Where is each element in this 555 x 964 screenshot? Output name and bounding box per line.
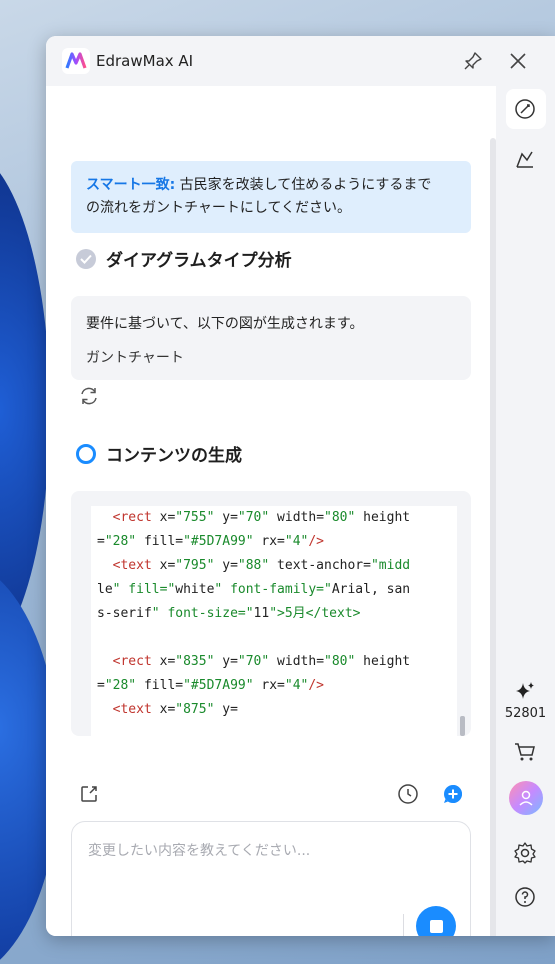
close-icon[interactable] xyxy=(506,49,530,73)
code-line: ="28" fill="#5D7A99" rx="4"/> xyxy=(97,678,325,693)
cart-icon[interactable] xyxy=(511,738,539,766)
code-line: s-serif" font-size="11">5月</text> xyxy=(97,606,361,621)
stop-generation-button[interactable] xyxy=(416,906,456,936)
edrawmax-ai-panel: EdrawMax AI スマート一致: 古民家を改装して住めるようにするまで の… xyxy=(46,36,555,936)
user-message: スマート一致: 古民家を改装して住めるようにするまで の流れをガントチャートにし… xyxy=(71,161,471,233)
refresh-icon[interactable] xyxy=(77,384,101,408)
code-line: le" fill="white" font-family="Arial, san xyxy=(97,582,411,597)
stop-icon xyxy=(429,919,443,933)
loading-ring-icon xyxy=(76,443,96,464)
sparkle-credits-icon xyxy=(511,678,539,706)
right-toolbar: 52801 xyxy=(496,86,555,936)
smart-match-tag: スマート一致: xyxy=(86,177,176,193)
check-icon xyxy=(76,248,96,269)
code-line: <rect x="835" y="70" width="80" height xyxy=(112,654,411,669)
settings-icon[interactable] xyxy=(511,839,539,867)
analysis-heading: ダイアグラムタイプ分析 xyxy=(106,251,292,271)
user-message-text-2: の流れをガントチャートにしてください。 xyxy=(86,200,352,216)
credits-count: 52801 xyxy=(504,706,547,721)
chat-input[interactable] xyxy=(86,842,450,860)
new-chat-icon[interactable] xyxy=(441,782,465,806)
code-line: <text x="875" y= xyxy=(112,702,238,717)
chat-area: スマート一致: 古民家を改装して住めるようにするまで の流れをガントチャートにし… xyxy=(46,86,496,936)
history-icon[interactable] xyxy=(396,782,420,806)
input-divider xyxy=(403,914,404,936)
diagram-type-result: ガントチャート xyxy=(86,350,184,366)
user-message-text-1: 古民家を改装して住めるようにするまで xyxy=(179,177,432,193)
code-line: ="28" fill="#5D7A99" rx="4"/> xyxy=(97,534,325,549)
help-icon[interactable] xyxy=(511,883,539,911)
generation-heading: コンテンツの生成 xyxy=(106,446,242,466)
pin-icon[interactable] xyxy=(461,49,485,73)
ai-draw-icon[interactable] xyxy=(511,146,539,174)
analysis-description: 要件に基づいて、以下の図が生成されます。 xyxy=(86,316,364,332)
chat-input-box[interactable] xyxy=(71,821,471,936)
code-line: <text x="795" y="88" text-anchor="midd xyxy=(112,558,411,573)
window-title: EdrawMax AI xyxy=(96,52,194,70)
generation-section-header: コンテンツの生成 xyxy=(76,441,242,466)
code-line: <rect x="755" y="70" width="80" height xyxy=(112,510,411,525)
ai-chat-icon[interactable] xyxy=(511,95,539,123)
analysis-section-header: ダイアグラムタイプ分析 xyxy=(76,246,292,271)
code-scrollbar-thumb[interactable] xyxy=(460,716,465,736)
code-output-box: <rect x="755" y="70" width="80" height ="… xyxy=(71,491,471,736)
analysis-result-box: 要件に基づいて、以下の図が生成されます。 ガントチャート xyxy=(71,296,471,380)
code-output: <rect x="755" y="70" width="80" height ="… xyxy=(91,506,457,736)
title-bar: EdrawMax AI xyxy=(46,36,555,86)
edrawmax-logo-icon xyxy=(62,48,90,74)
user-avatar[interactable] xyxy=(509,781,543,815)
share-icon[interactable] xyxy=(77,782,101,806)
